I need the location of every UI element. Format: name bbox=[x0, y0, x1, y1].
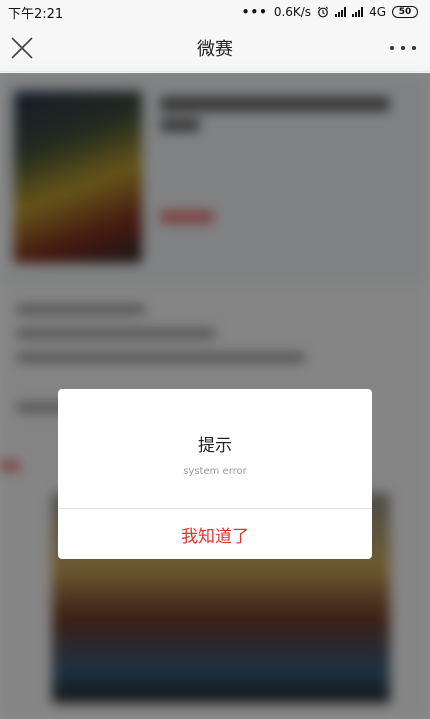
nav-bar: 微赛 bbox=[0, 24, 430, 72]
screen: 下午2:21 ••• 0.6K/s 4G 50 微赛 提示 system err… bbox=[0, 0, 430, 719]
status-bar: 下午2:21 ••• 0.6K/s 4G 50 bbox=[0, 0, 430, 24]
close-icon[interactable] bbox=[10, 36, 34, 60]
status-time: 下午2:21 bbox=[8, 6, 64, 22]
signal-icon bbox=[335, 7, 347, 17]
signal-icon bbox=[352, 7, 364, 17]
more-icon[interactable] bbox=[390, 38, 416, 58]
dialog-body: 提示 system error bbox=[58, 389, 372, 508]
network-speed: 0.6K/s bbox=[273, 5, 312, 19]
battery-icon: 50 bbox=[392, 6, 418, 18]
page-title: 微赛 bbox=[197, 38, 233, 60]
status-dots: ••• bbox=[241, 5, 268, 19]
dialog-title: 提示 bbox=[198, 435, 232, 456]
dialog-message: system error bbox=[183, 465, 247, 477]
network-type: 4G bbox=[369, 5, 386, 19]
battery-level: 50 bbox=[398, 6, 412, 17]
confirm-button[interactable]: 我知道了 bbox=[58, 509, 372, 559]
more-dot bbox=[412, 46, 416, 50]
alarm-icon bbox=[317, 6, 329, 18]
status-right: ••• 0.6K/s 4G 50 bbox=[242, 5, 418, 19]
more-dot bbox=[390, 46, 394, 50]
more-dot bbox=[401, 46, 405, 50]
alert-dialog: 提示 system error 我知道了 bbox=[58, 389, 372, 559]
